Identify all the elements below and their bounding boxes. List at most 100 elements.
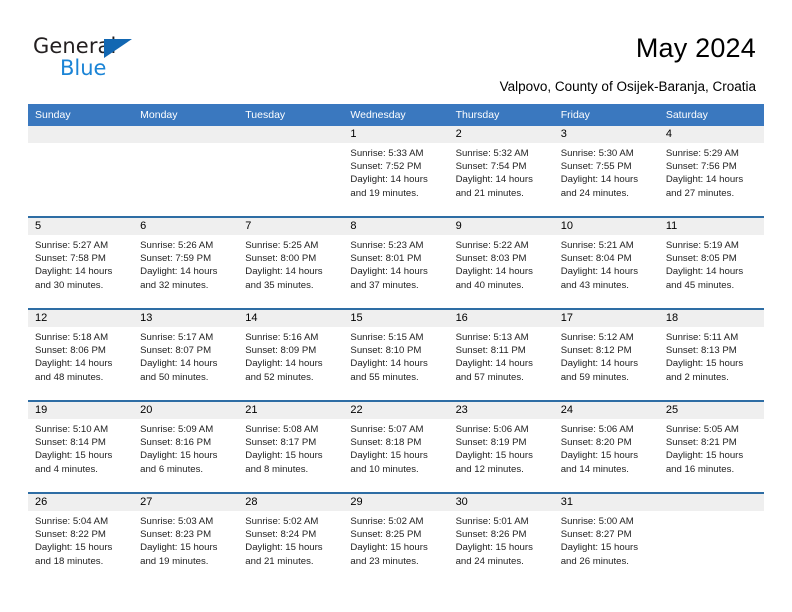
general-blue-logo[interactable]: General Blue [33, 34, 193, 86]
day-sunrise-text: Sunrise: 5:06 AM [560, 424, 634, 435]
calendar-day-cell[interactable]: 10 Sunrise: 5:21 AM Sunset: 8:04 PM Dayligh… [553, 216, 659, 309]
day-daylight-line1-text: Daylight: 14 hours [560, 174, 639, 186]
calendar-day-cell[interactable]: 24 Sunrise: 5:06 AM Sunset: 8:20 PM Dayligh… [553, 400, 659, 493]
calendar-day-cell[interactable]: 4 Sunrise: 5:29 AM Sunset: 7:56 PM Daylight… [658, 126, 764, 217]
day-sunrise-text: Sunrise: 5:10 AM [35, 424, 109, 435]
day-sunrise-text: Sunrise: 5:12 AM [560, 332, 634, 343]
calendar-day-cell[interactable]: 25 Sunrise: 5:05 AM Sunset: 8:21 PM Dayligh… [658, 400, 764, 493]
calendar-day-cell[interactable]: 27 Sunrise: 5:03 AM Sunset: 8:23 PM Dayligh… [133, 492, 239, 584]
day-sunrise-text: Sunrise: 5:26 AM [140, 240, 214, 251]
day-sunrise-text: Sunrise: 5:00 AM [560, 516, 634, 527]
calendar-day-cell[interactable]: 5 Sunrise: 5:27 AM Sunset: 7:58 PM Daylight… [28, 216, 134, 309]
day-number [238, 126, 344, 143]
calendar-day-cell[interactable]: 14 Sunrise: 5:16 AM Sunset: 8:09 PM Dayligh… [238, 308, 344, 401]
day-sunset-text: Sunset: 7:59 PM [140, 253, 212, 265]
calendar-day-cell[interactable]: 8 Sunrise: 5:23 AM Sunset: 8:01 PM Daylight… [343, 216, 449, 309]
weekday-header-friday: Friday [553, 104, 659, 126]
day-sunset-text: Sunset: 8:11 PM [455, 345, 526, 357]
calendar-day-cell[interactable]: 2 Sunrise: 5:32 AM Sunset: 7:54 PM Daylight… [448, 126, 554, 217]
day-number: 11 [658, 218, 764, 235]
calendar-day-cell[interactable]: 20 Sunrise: 5:09 AM Sunset: 8:16 PM Dayligh… [133, 400, 239, 493]
day-sunrise-text: Sunrise: 5:25 AM [245, 240, 319, 251]
day-daylight-line2-text: and 16 minutes. [665, 463, 735, 475]
day-details: Sunrise: 5:21 AM Sunset: 8:04 PM Daylight:… [554, 235, 659, 292]
day-daylight-line1-text: Daylight: 15 hours [560, 542, 639, 554]
day-sunrise-text: Sunrise: 5:21 AM [560, 240, 634, 251]
day-daylight-line2-text: and 52 minutes. [245, 371, 314, 383]
day-daylight-line2-text: and 19 minutes. [350, 187, 419, 199]
day-cell-inner: 21 Sunrise: 5:08 AM Sunset: 8:17 PM Dayligh… [238, 402, 344, 492]
calendar-day-cell[interactable]: 26 Sunrise: 5:04 AM Sunset: 8:22 PM Dayligh… [28, 492, 134, 584]
day-details: Sunrise: 5:07 AM Sunset: 8:18 PM Daylight:… [343, 419, 448, 476]
weekday-header-monday: Monday [133, 104, 239, 126]
calendar-day-cell[interactable]: 11 Sunrise: 5:19 AM Sunset: 8:05 PM Dayligh… [658, 216, 764, 309]
calendar-day-cell[interactable]: 7 Sunrise: 5:25 AM Sunset: 8:00 PM Daylight… [238, 216, 344, 309]
calendar-day-cell[interactable]: 1 Sunrise: 5:33 AM Sunset: 7:52 PM Daylight… [343, 126, 449, 217]
day-number: 18 [658, 310, 764, 327]
calendar-day-cell[interactable]: 21 Sunrise: 5:08 AM Sunset: 8:17 PM Dayligh… [238, 400, 344, 493]
day-cell-inner: 26 Sunrise: 5:04 AM Sunset: 8:22 PM Dayligh… [28, 494, 134, 584]
day-daylight-line1-text: Daylight: 15 hours [140, 450, 218, 462]
day-number [28, 126, 134, 143]
calendar-day-cell[interactable]: 13 Sunrise: 5:17 AM Sunset: 8:07 PM Dayligh… [133, 308, 239, 401]
day-sunrise-text: Sunrise: 5:04 AM [35, 516, 109, 527]
calendar-body: 1 Sunrise: 5:33 AM Sunset: 7:52 PM Daylight… [28, 126, 764, 584]
day-daylight-line2-text: and 21 minutes. [455, 187, 524, 199]
day-details: Sunrise: 5:26 AM Sunset: 7:59 PM Daylight:… [133, 235, 238, 292]
day-sunrise-text: Sunrise: 5:03 AM [140, 516, 214, 527]
calendar-day-cell[interactable]: 15 Sunrise: 5:15 AM Sunset: 8:10 PM Dayligh… [343, 308, 449, 401]
day-daylight-line1-text: Daylight: 14 hours [35, 266, 113, 278]
day-cell-inner: 7 Sunrise: 5:25 AM Sunset: 8:00 PM Daylight… [238, 218, 344, 308]
calendar-day-cell[interactable]: 3 Sunrise: 5:30 AM Sunset: 7:55 PM Daylight… [553, 126, 659, 217]
day-daylight-line1-text: Daylight: 14 hours [140, 266, 218, 278]
calendar-day-cell[interactable]: 12 Sunrise: 5:18 AM Sunset: 8:06 PM Dayligh… [28, 308, 134, 401]
day-details: Sunrise: 5:27 AM Sunset: 7:58 PM Daylight:… [28, 235, 133, 292]
calendar-day-cell[interactable]: 6 Sunrise: 5:26 AM Sunset: 7:59 PM Daylight… [133, 216, 239, 309]
day-daylight-line2-text: and 43 minutes. [560, 279, 629, 291]
day-number: 8 [343, 218, 449, 235]
calendar-header-row: Sunday Monday Tuesday Wednesday Thursday… [28, 104, 764, 126]
day-sunrise-text: Sunrise: 5:02 AM [350, 516, 424, 527]
day-sunset-text: Sunset: 8:24 PM [245, 529, 317, 541]
day-sunset-text: Sunset: 8:26 PM [455, 529, 527, 541]
calendar-day-cell[interactable]: 18 Sunrise: 5:11 AM Sunset: 8:13 PM Dayligh… [658, 308, 764, 401]
day-details: Sunrise: 5:13 AM Sunset: 8:11 PM Daylight:… [449, 327, 554, 384]
day-number: 16 [448, 310, 554, 327]
day-details: Sunrise: 5:02 AM Sunset: 8:25 PM Daylight:… [343, 511, 448, 568]
day-details: Sunrise: 5:12 AM Sunset: 8:12 PM Daylight:… [554, 327, 659, 384]
day-daylight-line1-text: Daylight: 14 hours [350, 174, 428, 186]
day-details: Sunrise: 5:17 AM Sunset: 8:07 PM Daylight:… [133, 327, 238, 384]
day-cell-inner: 25 Sunrise: 5:05 AM Sunset: 8:21 PM Dayligh… [658, 402, 764, 492]
calendar-day-cell[interactable]: 16 Sunrise: 5:13 AM Sunset: 8:11 PM Dayligh… [448, 308, 554, 401]
day-daylight-line2-text: and 24 minutes. [455, 555, 524, 567]
calendar-day-cell[interactable]: 29 Sunrise: 5:02 AM Sunset: 8:25 PM Dayligh… [343, 492, 449, 584]
day-number: 12 [28, 310, 134, 327]
calendar-day-cell[interactable]: 19 Sunrise: 5:10 AM Sunset: 8:14 PM Dayligh… [28, 400, 134, 493]
day-daylight-line2-text: and 45 minutes. [665, 279, 735, 291]
day-cell-inner: 23 Sunrise: 5:06 AM Sunset: 8:19 PM Dayligh… [448, 402, 554, 492]
day-sunset-text: Sunset: 8:23 PM [140, 529, 212, 541]
calendar-day-cell[interactable]: 9 Sunrise: 5:22 AM Sunset: 8:03 PM Daylight… [448, 216, 554, 309]
day-daylight-line1-text: Daylight: 15 hours [245, 542, 323, 554]
calendar-day-cell[interactable]: 17 Sunrise: 5:12 AM Sunset: 8:12 PM Dayligh… [553, 308, 659, 401]
calendar-day-cell[interactable]: 22 Sunrise: 5:07 AM Sunset: 8:18 PM Dayligh… [343, 400, 449, 493]
day-details: Sunrise: 5:01 AM Sunset: 8:26 PM Daylight:… [449, 511, 554, 568]
weekday-header-thursday: Thursday [448, 104, 554, 126]
day-daylight-line2-text: and 26 minutes. [560, 555, 629, 567]
day-details: Sunrise: 5:15 AM Sunset: 8:10 PM Daylight:… [343, 327, 448, 384]
day-sunset-text: Sunset: 8:10 PM [350, 345, 422, 357]
day-sunrise-text: Sunrise: 5:05 AM [665, 424, 739, 435]
day-sunset-text: Sunset: 8:00 PM [245, 253, 317, 265]
day-sunrise-text: Sunrise: 5:19 AM [665, 240, 739, 251]
calendar-day-cell[interactable]: 23 Sunrise: 5:06 AM Sunset: 8:19 PM Dayligh… [448, 400, 554, 493]
day-cell-inner: 9 Sunrise: 5:22 AM Sunset: 8:03 PM Daylight… [448, 218, 554, 308]
day-daylight-line2-text: and 48 minutes. [35, 371, 104, 383]
day-cell-inner: 5 Sunrise: 5:27 AM Sunset: 7:58 PM Daylight… [28, 218, 134, 308]
calendar-day-cell[interactable]: 28 Sunrise: 5:02 AM Sunset: 8:24 PM Dayligh… [238, 492, 344, 584]
calendar-day-cell[interactable]: 30 Sunrise: 5:01 AM Sunset: 8:26 PM Dayligh… [448, 492, 554, 584]
day-details: Sunrise: 5:06 AM Sunset: 8:20 PM Daylight:… [554, 419, 659, 476]
day-number: 28 [238, 494, 344, 511]
day-number: 19 [28, 402, 134, 419]
calendar-day-cell[interactable]: 31 Sunrise: 5:00 AM Sunset: 8:27 PM Dayligh… [553, 492, 659, 584]
day-sunrise-text: Sunrise: 5:29 AM [665, 148, 739, 159]
